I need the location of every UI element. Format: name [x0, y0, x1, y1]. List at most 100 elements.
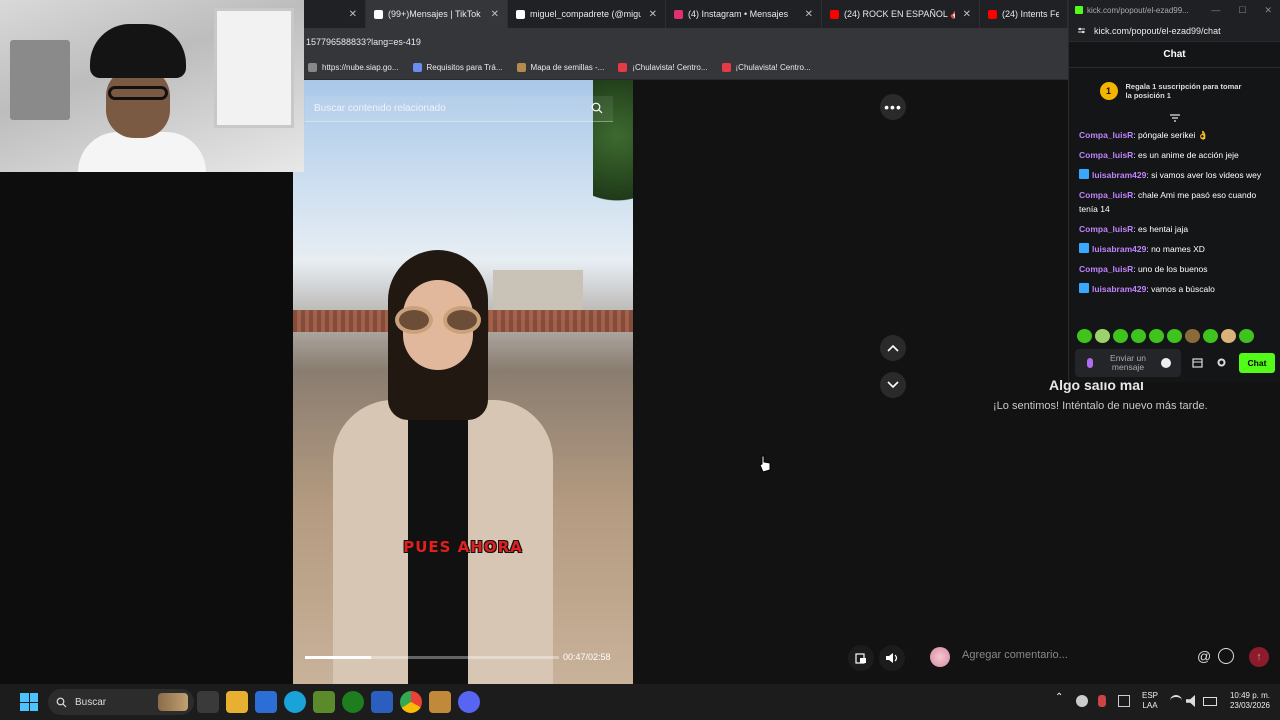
mini-player-button[interactable] [848, 645, 874, 671]
bookmark-label: Requisitos para Trá... [426, 63, 503, 72]
cloud-icon[interactable] [1076, 695, 1088, 707]
bookmark-favicon-icon [516, 63, 526, 72]
app-icon[interactable] [429, 691, 451, 713]
bookmark-item[interactable]: ¡Chulavista! Centro... [618, 63, 708, 72]
previous-video-button[interactable] [880, 335, 906, 361]
post-comment-button[interactable]: ↑ [1249, 647, 1269, 667]
emote-icon[interactable] [1239, 329, 1254, 343]
chat-text: : es hentai jaja [1133, 224, 1189, 234]
mic-icon[interactable] [1087, 358, 1093, 368]
mouse-cursor [759, 455, 771, 473]
chat-username[interactable]: Compa_luisR [1079, 150, 1133, 160]
chat-text: : si vamos aver los videos wey [1146, 170, 1262, 180]
shop-icon[interactable] [1192, 357, 1203, 368]
bookmark-favicon-icon [721, 63, 731, 72]
clock-time: 10:49 p. m. [1229, 691, 1270, 700]
emote-icon[interactable] [1203, 329, 1218, 343]
browser-tab[interactable]: (4) Instagram • Mensajes ✕ [666, 0, 822, 28]
store-icon[interactable] [255, 691, 277, 713]
clock[interactable]: 10:49 p. m. 23/03/2026 [1222, 691, 1270, 711]
emoji-picker-icon[interactable] [1161, 358, 1171, 368]
chevron-up-icon[interactable]: ⌃ [1055, 693, 1063, 703]
browser-tab[interactable]: (99+)Mensajes | TikTok ✕ [366, 0, 508, 28]
windows-start-icon[interactable] [20, 693, 38, 711]
edge-icon[interactable] [284, 691, 306, 713]
streamer-figure [78, 24, 206, 172]
browser-tab[interactable]: (24) Intents Festival [980, 0, 1068, 28]
chat-username[interactable]: Compa_luisR [1079, 190, 1133, 200]
app-icon[interactable] [371, 691, 393, 713]
emote-icon[interactable] [1113, 329, 1128, 343]
mic-icon[interactable] [1098, 695, 1106, 707]
close-icon[interactable]: ✕ [1264, 5, 1272, 16]
minimize-icon[interactable]: — [1211, 5, 1220, 16]
bookmark-label: Mapa de semillas -... [530, 63, 605, 72]
browser-tab[interactable]: ✕ [304, 0, 366, 28]
volume-icon[interactable] [1186, 695, 1195, 707]
rank-badge: 1 [1099, 82, 1118, 100]
kick-chat-window: kick.com/popout/el-ezad99... — ☐ ✕ kick.… [1068, 0, 1280, 382]
keyboard-layout: LAA [1142, 701, 1158, 710]
volume-button[interactable] [879, 645, 905, 671]
chat-username[interactable]: Compa_luisR [1079, 130, 1133, 140]
chat-text: : vamos a búscalo [1146, 284, 1215, 294]
search-icon[interactable] [591, 102, 603, 114]
xbox-icon[interactable] [342, 691, 364, 713]
gear-icon[interactable] [1216, 357, 1227, 368]
emote-icon[interactable] [1077, 329, 1092, 343]
chrome-icon[interactable] [400, 691, 422, 713]
browser-tab[interactable]: miguel_compadrete (@miguel_ ✕ [508, 0, 666, 28]
maximize-icon[interactable]: ☐ [1238, 5, 1246, 16]
chat-username[interactable]: luisabram429 [1092, 244, 1146, 254]
tab-favicon-icon [674, 9, 683, 19]
browser-tab[interactable]: (24) ROCK EN ESPAÑOL 🎸 ÉX ✕ [822, 0, 980, 28]
filter-icon[interactable] [1069, 114, 1280, 126]
emote-icon[interactable] [1131, 329, 1146, 343]
tray-app-icon[interactable] [1118, 695, 1130, 707]
related-search-input[interactable]: Buscar contenido relacionado [305, 96, 613, 122]
wifi-icon[interactable] [1170, 695, 1182, 707]
bookmark-item[interactable]: ¡Chulavista! Centro... [721, 63, 811, 72]
battery-icon[interactable] [1203, 697, 1217, 706]
emote-icon[interactable] [1167, 329, 1182, 343]
discord-icon[interactable] [458, 691, 480, 713]
tab-favicon-icon [374, 9, 383, 19]
kick-address-bar[interactable]: kick.com/popout/el-ezad99/chat [1069, 20, 1280, 42]
chat-send-button[interactable]: Chat [1239, 353, 1275, 373]
comment-input[interactable]: Agregar comentario... [962, 649, 1068, 661]
site-info-icon[interactable] [1077, 26, 1086, 35]
emote-icon[interactable] [1221, 329, 1236, 343]
tab-close-icon[interactable]: ✕ [649, 9, 657, 20]
chat-text: : no mames XD [1146, 244, 1205, 254]
search-icon [56, 697, 67, 707]
chat-message: luisabram429: vamos a búscalo [1079, 282, 1270, 296]
tab-close-icon[interactable]: ✕ [963, 9, 971, 20]
progress-bar[interactable] [305, 656, 559, 659]
bookmark-item[interactable]: https://nube.siap.go... [308, 63, 399, 72]
chat-username[interactable]: Compa_luisR [1079, 264, 1133, 274]
emote-icon[interactable] [1149, 329, 1164, 343]
minecraft-icon[interactable] [313, 691, 335, 713]
chat-username[interactable]: Compa_luisR [1079, 224, 1133, 234]
emote-icon[interactable] [1185, 329, 1200, 343]
more-options-button[interactable]: ••• [880, 94, 906, 120]
gift-sub-banner[interactable]: 1 Regala 1 suscripción para tomar la pos… [1069, 68, 1280, 114]
language-indicator[interactable]: ESP LAA [1142, 691, 1158, 711]
tab-close-icon[interactable]: ✕ [805, 9, 813, 20]
emote-icon[interactable] [1095, 329, 1110, 343]
address-bar[interactable]: 157796588833?lang=es-419 [304, 28, 1068, 56]
bookmark-item[interactable]: Requisitos para Trá... [412, 63, 503, 72]
chat-username[interactable]: luisabram429 [1092, 170, 1146, 180]
mention-button[interactable]: @ [1197, 648, 1211, 664]
chevron-up-icon [887, 344, 899, 352]
next-video-button[interactable] [880, 372, 906, 398]
tab-close-icon[interactable]: ✕ [491, 9, 499, 20]
video-player[interactable]: Buscar contenido relacionado PUES AHORA … [293, 80, 633, 684]
taskbar-search[interactable]: Buscar [48, 689, 194, 715]
task-view-icon[interactable] [197, 691, 219, 713]
bookmark-item[interactable]: Mapa de semillas -... [516, 63, 605, 72]
chat-username[interactable]: luisabram429 [1092, 284, 1146, 294]
file-explorer-icon[interactable] [226, 691, 248, 713]
emoji-icon[interactable] [1218, 648, 1234, 664]
tab-close-icon[interactable]: ✕ [349, 9, 357, 20]
